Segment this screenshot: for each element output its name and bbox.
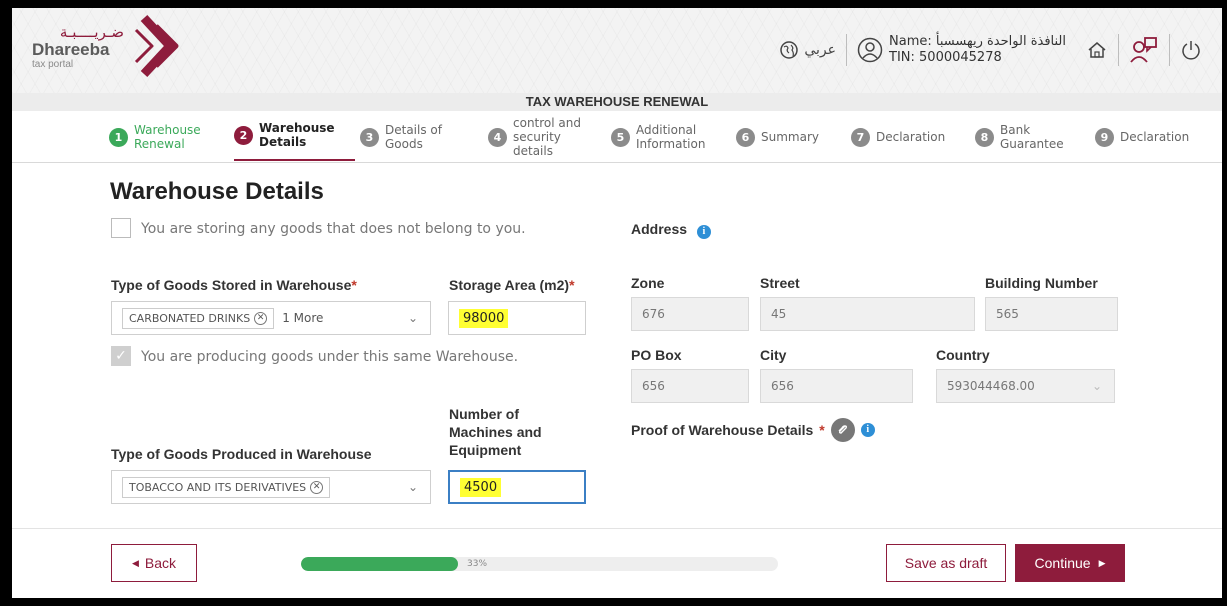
goods-produced-tag: TOBACCO AND ITS DERIVATIVES ✕: [122, 476, 331, 498]
step-number: 1: [109, 127, 128, 147]
step-label: Bank Guarantee: [1000, 123, 1064, 151]
divider: [1169, 34, 1170, 66]
step-label: Warehouse Details: [259, 121, 335, 149]
back-button[interactable]: ◀ Back: [111, 544, 197, 582]
step-number: 5: [611, 127, 630, 147]
caret-left-icon: ◀: [131, 557, 139, 568]
warehouse-details-form: Warehouse Details You are storing any go…: [12, 164, 1222, 534]
step-details-of-goods[interactable]: 3 Details of Goods: [360, 111, 451, 163]
street-label: Street: [760, 275, 800, 291]
goods-stored-tag: CARBONATED DRINKS ✕: [122, 307, 275, 329]
storage-area-input[interactable]: 98000: [448, 301, 586, 335]
user-info[interactable]: Name: النافذة الواحدة ريهسسبأ TIN: 50000…: [857, 34, 1066, 66]
progress-fill: [301, 557, 459, 571]
divider: [1118, 34, 1119, 66]
goods-produced-label: Type of Goods Produced in Warehouse: [111, 446, 372, 462]
step-summary[interactable]: 6 Summary: [736, 111, 819, 163]
step-label: Declaration: [1120, 130, 1190, 144]
brand-arabic-name: ضـريــــبـة: [59, 23, 124, 41]
divider: [846, 34, 848, 66]
step-bank-guarantee[interactable]: 8 Bank Guarantee: [975, 111, 1064, 163]
step-number: 6: [736, 127, 755, 147]
zone-label: Zone: [631, 275, 665, 291]
step-additional-information[interactable]: 5 Additional Information: [611, 111, 716, 163]
chevron-down-icon: ⌄: [407, 480, 418, 494]
step-final-declaration[interactable]: 9 Declaration: [1095, 111, 1189, 163]
step-label: Additional Information: [636, 123, 706, 151]
info-icon[interactable]: i: [860, 423, 875, 437]
storing-others-goods-checkbox[interactable]: [111, 218, 131, 238]
proof-of-warehouse: Proof of Warehouse Details * i: [631, 418, 875, 442]
progress-stepper: 1 Warehouse Renewal 2 Warehouse Details …: [12, 111, 1222, 163]
zone-field: 676: [631, 297, 749, 331]
street-field: 45: [760, 297, 975, 331]
goods-stored-multiselect[interactable]: CARBONATED DRINKS ✕ 1 More ⌄: [111, 301, 431, 335]
step-label: control and security details: [513, 116, 581, 158]
chevron-down-icon: ⌄: [1091, 379, 1102, 393]
language-switch[interactable]: عربي: [780, 41, 836, 59]
process-title: TAX WAREHOUSE RENEWAL: [12, 93, 1222, 111]
step-number: 9: [1095, 127, 1114, 147]
caret-right-icon: ▶: [1098, 557, 1106, 568]
goods-stored-label: Type of Goods Stored in Warehouse*: [111, 277, 357, 293]
machines-label: Number of Machines and Equipment: [449, 406, 542, 458]
step-warehouse-renewal[interactable]: 1 Warehouse Renewal: [109, 111, 206, 163]
checkmark-icon: ✓: [115, 348, 127, 364]
language-label: عربي: [804, 42, 837, 58]
app-window: ضـريــــبـة Dhareeba tax portal عربي Nam…: [12, 8, 1222, 598]
brand-logo[interactable]: ضـريــــبـة Dhareeba tax portal: [32, 24, 124, 70]
goods-produced-multiselect[interactable]: TOBACCO AND ITS DERIVATIVES ✕ ⌄: [111, 470, 431, 504]
brand-name: Dhareeba: [32, 40, 110, 59]
step-number: 3: [360, 127, 379, 147]
brand-subtitle: tax portal: [32, 59, 74, 70]
more-count: 1 More: [282, 311, 324, 325]
user-name: Name: النافذة الواحدة ريهسسبأ: [889, 34, 1066, 49]
machines-input[interactable]: 4500: [448, 470, 586, 504]
progress-bar: [301, 557, 778, 571]
globe-icon: [780, 41, 799, 59]
city-label: City: [760, 347, 787, 363]
producing-goods-label: You are producing goods under this same …: [141, 349, 519, 365]
step-label: Warehouse Renewal: [134, 123, 201, 151]
step-label: Summary: [761, 130, 819, 144]
header-actions: عربي Name: النافذة الواحدة ريهسسبأ TIN: …: [780, 30, 1202, 70]
country-label: Country: [936, 347, 990, 363]
step-declaration[interactable]: 7 Declaration: [851, 111, 945, 163]
building-number-field: 565: [985, 297, 1118, 331]
country-select: 593044468.00 ⌄: [936, 369, 1115, 403]
step-label: Details of Goods: [385, 123, 442, 151]
form-footer: ◀ Back 33% Save as draft Continue ▶: [12, 528, 1222, 598]
step-number: 8: [975, 127, 994, 147]
step-number: 4: [488, 127, 507, 147]
user-icon: [857, 37, 883, 63]
top-header: ضـريــــبـة Dhareeba tax portal عربي Nam…: [12, 8, 1222, 93]
continue-button[interactable]: Continue ▶: [1015, 544, 1125, 582]
page-title: Warehouse Details: [110, 178, 324, 205]
step-number: 7: [851, 127, 870, 147]
producing-goods-checkbox[interactable]: ✓: [111, 346, 131, 366]
step-number: 2: [234, 125, 253, 145]
storing-others-goods-label: You are storing any goods that does not …: [141, 221, 526, 237]
pobox-label: PO Box: [631, 347, 682, 363]
remove-tag-icon[interactable]: ✕: [310, 480, 324, 494]
save-draft-button[interactable]: Save as draft: [886, 544, 1006, 582]
pobox-field: 656: [631, 369, 749, 403]
step-control-security[interactable]: 4 control and security details: [488, 111, 593, 163]
storage-area-label: Storage Area (m2)*: [449, 277, 575, 293]
step-warehouse-details[interactable]: 2 Warehouse Details: [234, 111, 355, 161]
progress-percent: 33%: [467, 559, 488, 569]
user-tin: TIN: 5000045278: [889, 50, 1002, 65]
paperclip-icon[interactable]: [830, 418, 855, 442]
chevron-down-icon: ⌄: [407, 311, 418, 325]
power-icon[interactable]: [1180, 39, 1202, 61]
address-heading: Address i: [631, 220, 711, 239]
step-label: Declaration: [876, 130, 946, 144]
chevron-logo-icon: [132, 14, 192, 82]
building-number-label: Building Number: [985, 275, 1098, 291]
info-icon[interactable]: i: [696, 225, 711, 239]
remove-tag-icon[interactable]: ✕: [254, 311, 268, 325]
users-switch-icon[interactable]: [1129, 35, 1159, 65]
home-icon[interactable]: [1086, 39, 1108, 61]
city-field: 656: [760, 369, 913, 403]
